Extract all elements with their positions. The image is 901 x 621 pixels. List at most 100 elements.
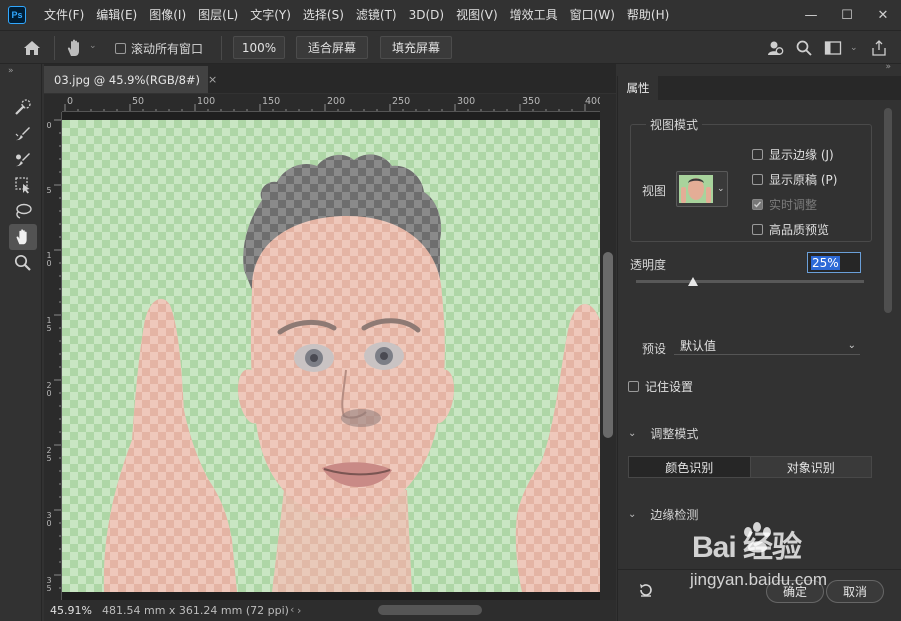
canvas-area[interactable] (62, 112, 600, 600)
ruler-tick-label: 350 (522, 96, 541, 107)
checkbox-icon[interactable] (752, 224, 763, 235)
status-bar: 45.91% 481.54 mm x 361.24 mm (72 ppi) › … (44, 600, 616, 621)
panel-scrollbar[interactable] (882, 106, 894, 556)
menu-window[interactable]: 窗口(W) (564, 0, 621, 30)
ruler-tick-label: 0 (67, 96, 74, 107)
ruler-tick-label: 2 5 (46, 446, 52, 463)
scrollbar-thumb[interactable] (603, 252, 613, 438)
chevron-down-icon[interactable]: ⌄ (89, 41, 97, 51)
scrollbar-thumb[interactable] (884, 108, 892, 313)
search-icon[interactable] (795, 39, 813, 57)
close-button[interactable]: ✕ (865, 0, 901, 30)
menu-image[interactable]: 图像(I) (143, 0, 192, 30)
zoom-icon[interactable] (9, 250, 37, 276)
options-divider (54, 36, 55, 60)
hand-tool-preset-icon[interactable] (64, 37, 86, 59)
show-original-checkbox[interactable]: 显示原稿 (P) (752, 171, 837, 188)
fill-screen-button[interactable]: 填充屏幕 (380, 36, 452, 59)
menu-help[interactable]: 帮助(H) (621, 0, 675, 30)
show-edge-label: 显示边缘 (J) (769, 148, 834, 162)
scroll-left-icon[interactable]: ‹ (290, 603, 294, 616)
scrollbar-thumb[interactable] (378, 605, 482, 615)
zoom-level[interactable]: 45.91% (44, 604, 96, 617)
ruler-tick-label: 200 (327, 96, 346, 107)
share-icon[interactable] (870, 39, 888, 57)
ruler-tick-label: 250 (392, 96, 411, 107)
opacity-slider-track[interactable] (636, 280, 864, 283)
menu-file[interactable]: 文件(F) (38, 0, 90, 30)
window-controls: — ☐ ✕ (793, 0, 901, 30)
opacity-value: 25% (811, 255, 840, 270)
checkbox-icon[interactable] (752, 149, 763, 160)
photo-subject (103, 154, 600, 592)
edge-detection-section-header[interactable]: ⌄ 边缘检测 (628, 506, 698, 523)
menu-select[interactable]: 选择(S) (297, 0, 350, 30)
adjust-mode-section-header[interactable]: ⌄ 调整模式 (628, 425, 698, 442)
preset-dropdown[interactable]: 默认值 ⌄ (674, 337, 860, 355)
menu-layer[interactable]: 图层(L) (192, 0, 244, 30)
remember-settings-checkbox[interactable]: 记住设置 (628, 378, 693, 395)
menu-type[interactable]: 文字(Y) (244, 0, 297, 30)
panel-tab-bar: 属性 (618, 76, 901, 100)
view-mode-title: 视图模式 (646, 116, 703, 133)
brush-icon[interactable] (9, 146, 37, 172)
vertical-ruler[interactable]: 0 5 1 0 1 5 2 0 2 5 3 0 3 5 (44, 112, 62, 600)
real-time-refine-checkbox: 实时调整 (752, 196, 817, 213)
ruler-tick-label: 2 0 (46, 381, 52, 398)
menu-edit[interactable]: 编辑(E) (90, 0, 143, 30)
menu-plugins[interactable]: 增效工具 (504, 0, 564, 30)
checkbox-icon[interactable] (115, 43, 126, 54)
view-mode-dropdown[interactable]: ⌄ (676, 171, 728, 207)
menu-3d[interactable]: 3D(D) (403, 0, 450, 30)
document-tab[interactable]: 03.jpg @ 45.9%(RGB/8#) × (44, 66, 217, 93)
show-original-label: 显示原稿 (P) (769, 173, 838, 187)
edge-detection-title: 边缘检测 (650, 508, 699, 522)
menu-view[interactable]: 视图(V) (450, 0, 504, 30)
document-tab-title: 03.jpg @ 45.9%(RGB/8#) (54, 72, 201, 87)
workspace-icon[interactable] (824, 39, 842, 57)
minimize-button[interactable]: — (793, 0, 829, 30)
reset-icon[interactable] (638, 582, 654, 602)
quick-selection-brush-icon[interactable] (9, 94, 37, 120)
ruler-tick-label: 0 (46, 121, 52, 130)
canvas-horizontal-scrollbar[interactable]: ‹ (290, 603, 604, 616)
paw-icon (744, 522, 771, 553)
ruler-tick-label: 5 (46, 186, 52, 195)
ruler-tick-label: 50 (132, 96, 145, 107)
photoshop-logo: Ps (8, 6, 26, 24)
ruler-tick-label: 3 5 (46, 576, 52, 593)
document-size-info: 481.54 mm x 361.24 mm (72 ppi) (102, 604, 289, 617)
collapse-icon[interactable]: » (8, 66, 14, 76)
scroll-all-windows-checkbox[interactable]: 滚动所有窗口 (115, 40, 203, 57)
view-preview-thumbnail (679, 175, 713, 203)
home-icon[interactable] (20, 38, 44, 58)
chevron-down-icon[interactable]: ⌄ (850, 39, 858, 57)
menu-filter[interactable]: 滤镜(T) (350, 0, 403, 30)
horizontal-ruler[interactable]: 0 50 100 150 200 250 300 350 400 (62, 94, 600, 112)
close-icon[interactable]: × (208, 73, 217, 86)
fit-screen-button[interactable]: 适合屏幕 (296, 36, 368, 59)
refine-edge-brush-icon[interactable] (9, 120, 37, 146)
checkbox-icon[interactable] (752, 174, 763, 185)
high-quality-preview-label: 高品质预览 (769, 223, 830, 237)
hand-icon[interactable] (9, 224, 37, 250)
object-aware-option[interactable]: 对象识别 (749, 457, 871, 477)
document-canvas[interactable] (62, 120, 600, 592)
ruler-tick-label: 1 0 (46, 251, 52, 268)
scroll-all-windows-label: 滚动所有窗口 (131, 42, 204, 56)
checkbox-icon[interactable] (628, 381, 639, 392)
opacity-input[interactable]: 25% (807, 252, 861, 273)
tab-properties[interactable]: 属性 (618, 76, 658, 100)
user-share-icon[interactable] (766, 39, 784, 57)
object-selection-icon[interactable] (9, 172, 37, 198)
color-aware-option[interactable]: 颜色识别 (629, 457, 750, 477)
status-menu-arrow[interactable]: › (297, 604, 301, 617)
opacity-slider-thumb[interactable] (688, 277, 698, 286)
lasso-icon[interactable] (9, 198, 37, 224)
high-quality-preview-checkbox[interactable]: 高品质预览 (752, 221, 829, 238)
maximize-button[interactable]: ☐ (829, 0, 865, 30)
canvas-vertical-scrollbar[interactable] (600, 94, 616, 600)
show-edge-checkbox[interactable]: 显示边缘 (J) (752, 146, 834, 163)
zoom-100-button[interactable]: 100% (233, 36, 285, 59)
collapse-icon[interactable]: » (885, 62, 891, 72)
